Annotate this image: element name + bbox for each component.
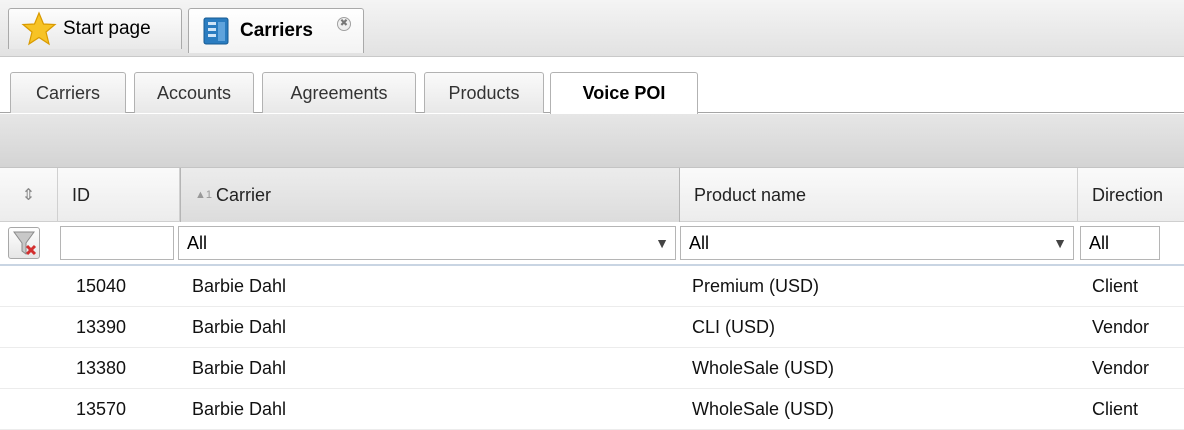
column-header-direction-label: Direction xyxy=(1092,184,1164,205)
product-filter-select[interactable]: All ▼ xyxy=(680,226,1074,260)
funnel-clear-icon xyxy=(13,231,37,256)
grid-header: ⇕ ID ▲1 Carrier Product name Direction xyxy=(0,168,1184,222)
cell-direction: Client xyxy=(1092,399,1139,419)
cell-carrier: Barbie Dahl xyxy=(192,276,287,296)
cell-carrier: Barbie Dahl xyxy=(192,317,287,337)
tab-start-page[interactable]: Start page xyxy=(8,8,182,49)
chevron-down-icon: ▼ xyxy=(655,235,669,251)
carrier-filter-value: All xyxy=(187,232,208,253)
column-header-carrier[interactable]: ▲1 Carrier xyxy=(180,168,680,222)
chevron-down-icon: ▼ xyxy=(1053,235,1067,251)
tab-carriers-label: Carriers xyxy=(240,20,313,41)
table-row[interactable]: 15040 Barbie Dahl Premium (USD) Client xyxy=(0,266,1184,307)
grid-body: 15040 Barbie Dahl Premium (USD) Client 1… xyxy=(0,266,1184,430)
direction-filter-value: All xyxy=(1089,232,1110,253)
cell-carrier: Barbie Dahl xyxy=(192,358,287,378)
carrier-filter-select[interactable]: All ▼ xyxy=(178,226,676,260)
clear-filter-button[interactable] xyxy=(8,227,40,259)
cell-id: 13390 xyxy=(76,317,127,337)
column-header-product[interactable]: Product name xyxy=(680,168,1078,222)
cell-direction: Client xyxy=(1092,276,1139,296)
cell-carrier: Barbie Dahl xyxy=(192,399,287,419)
cell-product: Premium (USD) xyxy=(692,276,820,296)
tab-products[interactable]: Products xyxy=(424,72,544,113)
book-icon xyxy=(203,17,229,45)
column-header-carrier-label: Carrier xyxy=(216,184,272,205)
filter-row: All ▼ All ▼ All xyxy=(0,222,1184,266)
tab-carriers-list[interactable]: Carriers xyxy=(10,72,126,113)
column-header-direction[interactable]: Direction xyxy=(1078,168,1184,222)
column-header-id-label: ID xyxy=(72,184,90,205)
sub-tab-bar: Carriers Accounts Agreements Products Vo… xyxy=(0,57,1184,114)
sort-ascending-icon: ▲1 xyxy=(195,189,213,201)
tab-accounts[interactable]: Accounts xyxy=(134,72,254,113)
table-row[interactable]: 13380 Barbie Dahl WholeSale (USD) Vendor xyxy=(0,348,1184,389)
cell-product: WholeSale (USD) xyxy=(692,399,835,419)
column-sort-toggle-icon[interactable]: ⇕ xyxy=(0,168,58,222)
tab-carriers[interactable]: Carriers ✖ xyxy=(188,8,364,53)
cell-product: CLI (USD) xyxy=(692,317,776,337)
column-header-product-label: Product name xyxy=(694,184,807,205)
tab-start-page-label: Start page xyxy=(63,18,151,39)
table-row[interactable]: 13390 Barbie Dahl CLI (USD) Vendor xyxy=(0,307,1184,348)
grid-toolbar xyxy=(0,114,1184,168)
cell-direction: Vendor xyxy=(1092,317,1150,337)
id-filter-input[interactable] xyxy=(60,226,174,260)
direction-filter-select[interactable]: All xyxy=(1080,226,1160,260)
page-tab-bar: Start page Carriers ✖ xyxy=(0,0,1184,57)
close-icon[interactable]: ✖ xyxy=(337,17,351,31)
star-icon xyxy=(21,11,57,46)
cell-id: 13380 xyxy=(76,358,127,378)
table-row[interactable]: 13570 Barbie Dahl WholeSale (USD) Client xyxy=(0,389,1184,430)
cell-id: 15040 xyxy=(76,276,127,296)
column-header-id[interactable]: ID xyxy=(58,168,180,222)
tab-voice-poi[interactable]: Voice POI xyxy=(550,72,698,114)
cell-id: 13570 xyxy=(76,399,127,419)
cell-product: WholeSale (USD) xyxy=(692,358,835,378)
tab-agreements[interactable]: Agreements xyxy=(262,72,416,113)
cell-direction: Vendor xyxy=(1092,358,1150,378)
product-filter-value: All xyxy=(689,232,710,253)
